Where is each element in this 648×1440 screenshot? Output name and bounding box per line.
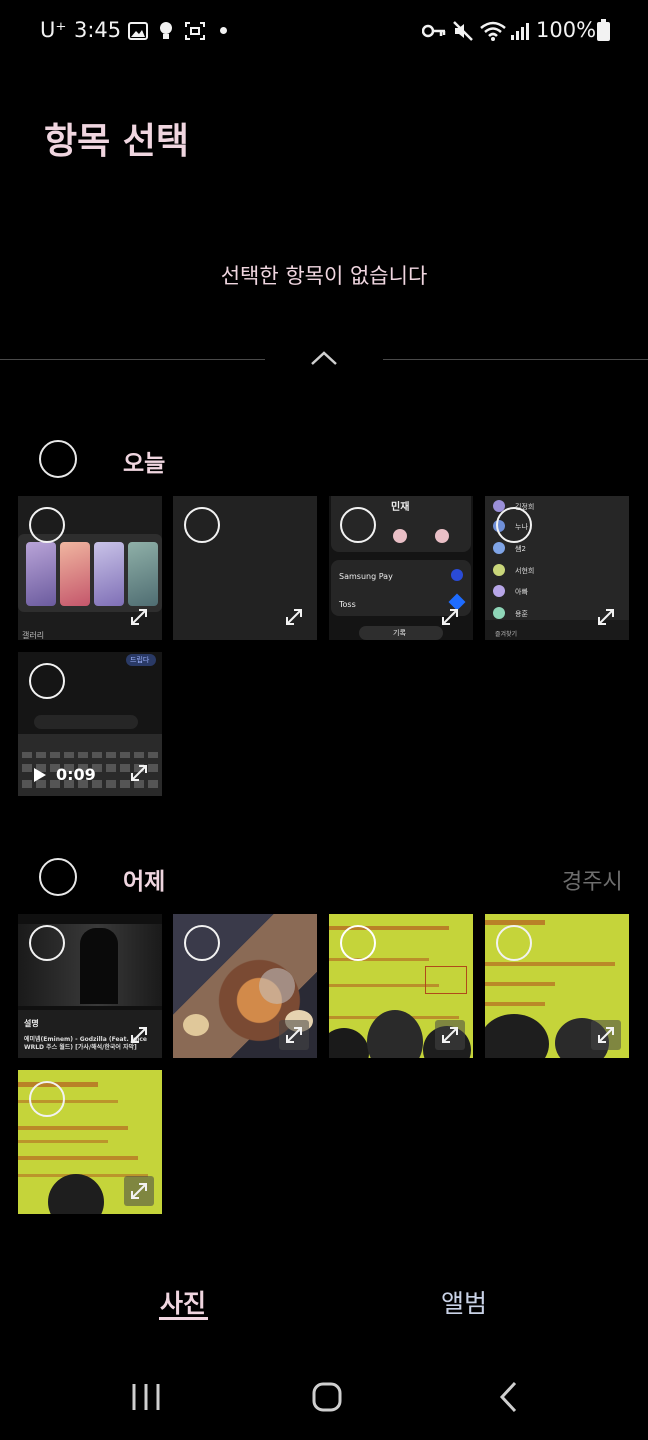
page-title: 항목 선택 bbox=[44, 121, 190, 162]
expand-icon[interactable] bbox=[591, 602, 621, 632]
thumbnail-screenshot[interactable]: 민재 Samsung Pay Toss 기록 bbox=[329, 496, 473, 640]
thumbnail-screenshot[interactable]: 김정희 누나 쌤2 서현희 아빠 용훈 즐겨찾기 bbox=[485, 496, 629, 640]
expand-icon[interactable] bbox=[279, 602, 309, 632]
signal-icon bbox=[510, 21, 530, 45]
expand-icon[interactable] bbox=[124, 1176, 154, 1206]
contact-name: 서현희 bbox=[515, 567, 535, 575]
thumbnail-photo[interactable] bbox=[485, 914, 629, 1058]
expand-icon[interactable] bbox=[124, 1020, 154, 1050]
thumbnail-video[interactable]: 드립다 0:09 bbox=[18, 652, 162, 796]
notification-dot-icon bbox=[220, 27, 227, 34]
select-all-yesterday-checkbox[interactable] bbox=[39, 858, 77, 896]
thumbnail-blank[interactable] bbox=[173, 496, 317, 640]
home-icon[interactable] bbox=[311, 1382, 343, 1416]
contact-name: 민재 bbox=[391, 502, 410, 513]
expand-icon[interactable] bbox=[591, 1020, 621, 1050]
item-select-checkbox[interactable] bbox=[29, 663, 65, 699]
clock: 3:45 bbox=[74, 18, 122, 42]
expand-icon[interactable] bbox=[124, 602, 154, 632]
battery-percent: 100% bbox=[536, 18, 597, 42]
thumbnail-screenshot[interactable]: 설명 에미넴(Eminem) - Godzilla (Feat. Juice W… bbox=[18, 914, 162, 1058]
item-select-checkbox[interactable] bbox=[29, 507, 65, 543]
empty-selection-message: 선택한 항목이 없습니다 bbox=[220, 264, 428, 288]
chat-tag: 드립다 bbox=[130, 656, 150, 664]
item-select-checkbox[interactable] bbox=[340, 925, 376, 961]
item-select-checkbox[interactable] bbox=[29, 1081, 65, 1117]
section-label-today: 오늘 bbox=[123, 451, 166, 477]
item-select-checkbox[interactable] bbox=[496, 925, 532, 961]
expand-icon[interactable] bbox=[279, 1020, 309, 1050]
record-button-label: 기록 bbox=[393, 629, 406, 637]
wifi-icon bbox=[480, 20, 506, 46]
panel-heading: 설명 bbox=[24, 1019, 39, 1028]
thumbnail-screenshot[interactable]: 갤러리 bbox=[18, 496, 162, 640]
video-duration: 0:09 bbox=[56, 765, 96, 784]
tab-photos[interactable]: 사진 bbox=[160, 1284, 206, 1320]
play-icon bbox=[32, 766, 48, 788]
contact-name: 용훈 bbox=[515, 610, 528, 618]
expand-icon[interactable] bbox=[435, 602, 465, 632]
contact-name: 쌤2 bbox=[515, 545, 526, 553]
gallery-icon bbox=[128, 22, 148, 44]
thumbnail-photo[interactable] bbox=[173, 914, 317, 1058]
expand-icon[interactable] bbox=[124, 758, 154, 788]
select-all-today-checkbox[interactable] bbox=[39, 440, 77, 478]
favorites-label: 즐겨찾기 bbox=[495, 631, 518, 638]
item-select-checkbox[interactable] bbox=[340, 507, 376, 543]
pay-option: Toss bbox=[339, 600, 356, 609]
back-icon[interactable] bbox=[496, 1380, 520, 1418]
mute-icon bbox=[452, 20, 474, 46]
item-select-checkbox[interactable] bbox=[184, 925, 220, 961]
section-location: 경주시 bbox=[562, 870, 623, 895]
pay-option: Samsung Pay bbox=[339, 572, 393, 581]
divider-right bbox=[383, 359, 648, 360]
thumbnail-photo[interactable] bbox=[18, 1070, 162, 1214]
thumbnail-photo[interactable] bbox=[329, 914, 473, 1058]
recent-apps-icon[interactable] bbox=[130, 1382, 162, 1416]
bulb-icon bbox=[158, 20, 174, 46]
tab-albums[interactable]: 앨범 bbox=[441, 1284, 487, 1320]
section-label-yesterday: 어제 bbox=[123, 869, 166, 895]
thumbnail-caption: 갤러리 bbox=[22, 631, 45, 640]
item-select-checkbox[interactable] bbox=[496, 507, 532, 543]
screen-record-icon bbox=[184, 21, 206, 45]
carrier-label: U⁺ bbox=[40, 18, 67, 42]
item-select-checkbox[interactable] bbox=[184, 507, 220, 543]
contact-name: 아빠 bbox=[515, 588, 528, 596]
item-select-checkbox[interactable] bbox=[29, 925, 65, 961]
expand-icon[interactable] bbox=[435, 1020, 465, 1050]
tab-photos-underline bbox=[159, 1317, 208, 1320]
divider-left bbox=[0, 359, 265, 360]
vpn-key-icon bbox=[421, 23, 446, 43]
expand-selection-chevron-up-icon[interactable] bbox=[308, 348, 340, 372]
battery-icon bbox=[597, 19, 610, 45]
